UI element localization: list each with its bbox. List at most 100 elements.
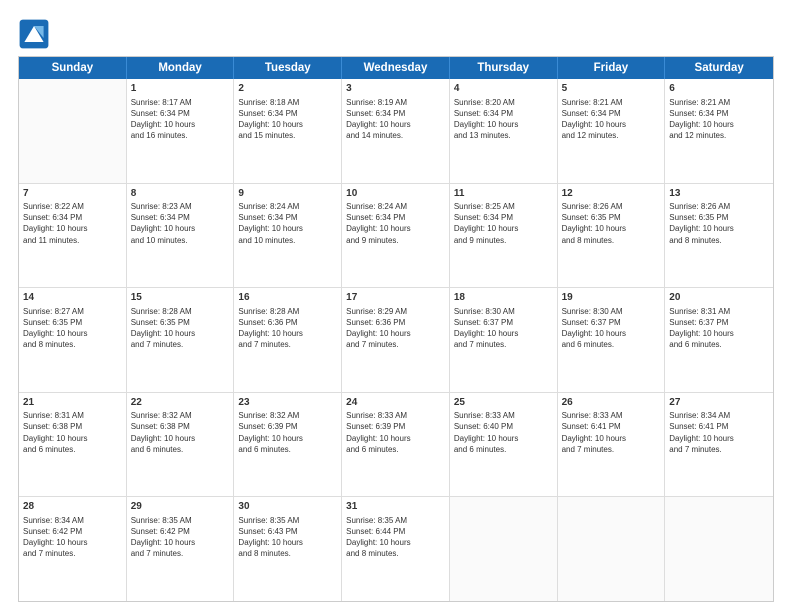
day-info: Sunrise: 8:26 AM Sunset: 6:35 PM Dayligh… — [669, 201, 769, 246]
day-info: Sunrise: 8:18 AM Sunset: 6:34 PM Dayligh… — [238, 97, 337, 142]
day-number: 19 — [562, 291, 661, 305]
day-cell-9: 9Sunrise: 8:24 AM Sunset: 6:34 PM Daylig… — [234, 184, 342, 288]
day-number: 6 — [669, 82, 769, 96]
day-cell-30: 30Sunrise: 8:35 AM Sunset: 6:43 PM Dayli… — [234, 497, 342, 601]
day-info: Sunrise: 8:26 AM Sunset: 6:35 PM Dayligh… — [562, 201, 661, 246]
day-cell-5: 5Sunrise: 8:21 AM Sunset: 6:34 PM Daylig… — [558, 79, 666, 183]
day-number: 7 — [23, 187, 122, 201]
day-cell-25: 25Sunrise: 8:33 AM Sunset: 6:40 PM Dayli… — [450, 393, 558, 497]
day-cell-29: 29Sunrise: 8:35 AM Sunset: 6:42 PM Dayli… — [127, 497, 235, 601]
day-info: Sunrise: 8:31 AM Sunset: 6:38 PM Dayligh… — [23, 410, 122, 455]
day-number: 16 — [238, 291, 337, 305]
empty-cell — [558, 497, 666, 601]
day-cell-4: 4Sunrise: 8:20 AM Sunset: 6:34 PM Daylig… — [450, 79, 558, 183]
day-cell-18: 18Sunrise: 8:30 AM Sunset: 6:37 PM Dayli… — [450, 288, 558, 392]
day-number: 14 — [23, 291, 122, 305]
day-cell-26: 26Sunrise: 8:33 AM Sunset: 6:41 PM Dayli… — [558, 393, 666, 497]
day-cell-10: 10Sunrise: 8:24 AM Sunset: 6:34 PM Dayli… — [342, 184, 450, 288]
day-info: Sunrise: 8:19 AM Sunset: 6:34 PM Dayligh… — [346, 97, 445, 142]
day-info: Sunrise: 8:33 AM Sunset: 6:40 PM Dayligh… — [454, 410, 553, 455]
day-cell-2: 2Sunrise: 8:18 AM Sunset: 6:34 PM Daylig… — [234, 79, 342, 183]
day-number: 17 — [346, 291, 445, 305]
calendar-body: 1Sunrise: 8:17 AM Sunset: 6:34 PM Daylig… — [19, 79, 773, 601]
day-info: Sunrise: 8:28 AM Sunset: 6:36 PM Dayligh… — [238, 306, 337, 351]
day-number: 31 — [346, 500, 445, 514]
day-cell-22: 22Sunrise: 8:32 AM Sunset: 6:38 PM Dayli… — [127, 393, 235, 497]
day-number: 15 — [131, 291, 230, 305]
day-number: 24 — [346, 396, 445, 410]
day-info: Sunrise: 8:33 AM Sunset: 6:41 PM Dayligh… — [562, 410, 661, 455]
day-info: Sunrise: 8:35 AM Sunset: 6:42 PM Dayligh… — [131, 515, 230, 560]
day-cell-12: 12Sunrise: 8:26 AM Sunset: 6:35 PM Dayli… — [558, 184, 666, 288]
day-number: 29 — [131, 500, 230, 514]
day-cell-3: 3Sunrise: 8:19 AM Sunset: 6:34 PM Daylig… — [342, 79, 450, 183]
calendar-row-3: 21Sunrise: 8:31 AM Sunset: 6:38 PM Dayli… — [19, 393, 773, 498]
calendar-row-1: 7Sunrise: 8:22 AM Sunset: 6:34 PM Daylig… — [19, 184, 773, 289]
day-cell-20: 20Sunrise: 8:31 AM Sunset: 6:37 PM Dayli… — [665, 288, 773, 392]
day-info: Sunrise: 8:31 AM Sunset: 6:37 PM Dayligh… — [669, 306, 769, 351]
day-cell-14: 14Sunrise: 8:27 AM Sunset: 6:35 PM Dayli… — [19, 288, 127, 392]
day-info: Sunrise: 8:21 AM Sunset: 6:34 PM Dayligh… — [562, 97, 661, 142]
day-number: 8 — [131, 187, 230, 201]
day-cell-17: 17Sunrise: 8:29 AM Sunset: 6:36 PM Dayli… — [342, 288, 450, 392]
day-number: 3 — [346, 82, 445, 96]
weekday-header-saturday: Saturday — [665, 57, 773, 79]
logo-icon — [18, 18, 50, 50]
day-cell-7: 7Sunrise: 8:22 AM Sunset: 6:34 PM Daylig… — [19, 184, 127, 288]
empty-cell — [450, 497, 558, 601]
day-number: 25 — [454, 396, 553, 410]
day-number: 2 — [238, 82, 337, 96]
day-cell-16: 16Sunrise: 8:28 AM Sunset: 6:36 PM Dayli… — [234, 288, 342, 392]
day-info: Sunrise: 8:34 AM Sunset: 6:42 PM Dayligh… — [23, 515, 122, 560]
weekday-header-tuesday: Tuesday — [234, 57, 342, 79]
day-info: Sunrise: 8:17 AM Sunset: 6:34 PM Dayligh… — [131, 97, 230, 142]
day-cell-24: 24Sunrise: 8:33 AM Sunset: 6:39 PM Dayli… — [342, 393, 450, 497]
empty-cell — [665, 497, 773, 601]
day-info: Sunrise: 8:24 AM Sunset: 6:34 PM Dayligh… — [238, 201, 337, 246]
calendar-header: SundayMondayTuesdayWednesdayThursdayFrid… — [19, 57, 773, 79]
header — [18, 18, 774, 50]
day-number: 4 — [454, 82, 553, 96]
day-number: 26 — [562, 396, 661, 410]
day-info: Sunrise: 8:35 AM Sunset: 6:44 PM Dayligh… — [346, 515, 445, 560]
calendar-row-2: 14Sunrise: 8:27 AM Sunset: 6:35 PM Dayli… — [19, 288, 773, 393]
day-number: 13 — [669, 187, 769, 201]
weekday-header-monday: Monday — [127, 57, 235, 79]
day-number: 22 — [131, 396, 230, 410]
day-info: Sunrise: 8:34 AM Sunset: 6:41 PM Dayligh… — [669, 410, 769, 455]
day-number: 1 — [131, 82, 230, 96]
day-number: 21 — [23, 396, 122, 410]
day-cell-28: 28Sunrise: 8:34 AM Sunset: 6:42 PM Dayli… — [19, 497, 127, 601]
day-number: 23 — [238, 396, 337, 410]
day-info: Sunrise: 8:22 AM Sunset: 6:34 PM Dayligh… — [23, 201, 122, 246]
day-cell-8: 8Sunrise: 8:23 AM Sunset: 6:34 PM Daylig… — [127, 184, 235, 288]
day-number: 27 — [669, 396, 769, 410]
empty-cell — [19, 79, 127, 183]
calendar-row-0: 1Sunrise: 8:17 AM Sunset: 6:34 PM Daylig… — [19, 79, 773, 184]
day-info: Sunrise: 8:23 AM Sunset: 6:34 PM Dayligh… — [131, 201, 230, 246]
day-info: Sunrise: 8:21 AM Sunset: 6:34 PM Dayligh… — [669, 97, 769, 142]
day-cell-31: 31Sunrise: 8:35 AM Sunset: 6:44 PM Dayli… — [342, 497, 450, 601]
day-cell-11: 11Sunrise: 8:25 AM Sunset: 6:34 PM Dayli… — [450, 184, 558, 288]
day-info: Sunrise: 8:33 AM Sunset: 6:39 PM Dayligh… — [346, 410, 445, 455]
day-number: 28 — [23, 500, 122, 514]
day-info: Sunrise: 8:27 AM Sunset: 6:35 PM Dayligh… — [23, 306, 122, 351]
day-number: 30 — [238, 500, 337, 514]
day-info: Sunrise: 8:30 AM Sunset: 6:37 PM Dayligh… — [562, 306, 661, 351]
day-info: Sunrise: 8:30 AM Sunset: 6:37 PM Dayligh… — [454, 306, 553, 351]
weekday-header-thursday: Thursday — [450, 57, 558, 79]
day-cell-13: 13Sunrise: 8:26 AM Sunset: 6:35 PM Dayli… — [665, 184, 773, 288]
day-cell-1: 1Sunrise: 8:17 AM Sunset: 6:34 PM Daylig… — [127, 79, 235, 183]
day-number: 9 — [238, 187, 337, 201]
day-info: Sunrise: 8:32 AM Sunset: 6:39 PM Dayligh… — [238, 410, 337, 455]
day-cell-15: 15Sunrise: 8:28 AM Sunset: 6:35 PM Dayli… — [127, 288, 235, 392]
calendar-row-4: 28Sunrise: 8:34 AM Sunset: 6:42 PM Dayli… — [19, 497, 773, 601]
day-number: 10 — [346, 187, 445, 201]
weekday-header-sunday: Sunday — [19, 57, 127, 79]
day-cell-27: 27Sunrise: 8:34 AM Sunset: 6:41 PM Dayli… — [665, 393, 773, 497]
weekday-header-wednesday: Wednesday — [342, 57, 450, 79]
day-number: 5 — [562, 82, 661, 96]
day-cell-21: 21Sunrise: 8:31 AM Sunset: 6:38 PM Dayli… — [19, 393, 127, 497]
day-number: 18 — [454, 291, 553, 305]
day-info: Sunrise: 8:24 AM Sunset: 6:34 PM Dayligh… — [346, 201, 445, 246]
